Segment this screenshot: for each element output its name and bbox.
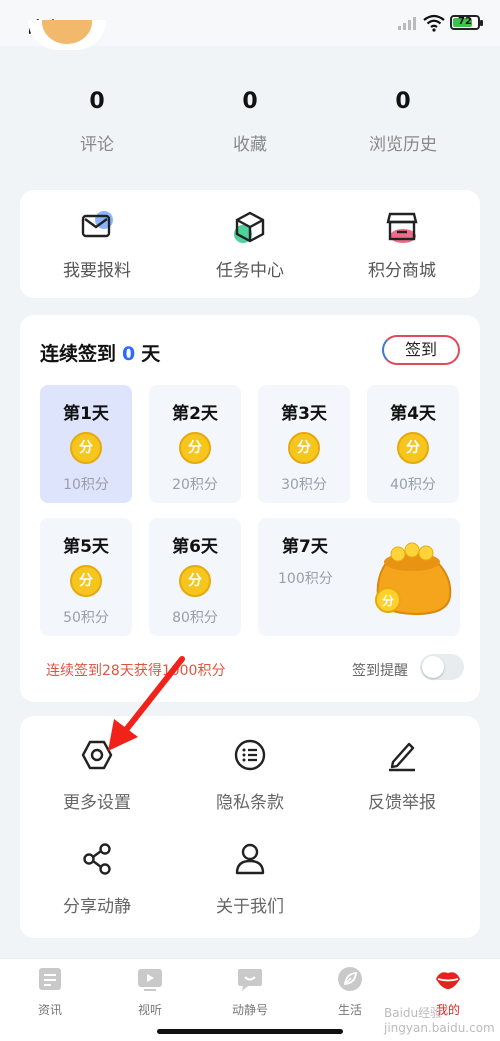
- lips-icon: [436, 972, 460, 989]
- tool-label: 更多设置: [63, 793, 131, 813]
- battery-level: 72: [458, 16, 472, 27]
- coin-icon: 分: [288, 432, 320, 464]
- coin-icon: 分: [179, 432, 211, 464]
- share-icon: [83, 843, 111, 875]
- stat-value: 0: [395, 89, 411, 114]
- leaf-icon: [338, 967, 362, 991]
- tool-label: 分享动静: [63, 897, 131, 917]
- day-points: 100积分: [278, 571, 333, 587]
- day-points: 10积分: [63, 477, 109, 493]
- tab-label: 生活: [337, 1003, 362, 1017]
- tool-about[interactable]: 关于我们: [175, 842, 325, 917]
- signin-title: 连续签到 0 天: [40, 339, 160, 366]
- stats-row: 0 评论 0 收藏 0 浏览历史: [0, 82, 500, 162]
- box-icon: [234, 211, 265, 243]
- tab-life[interactable]: 生活: [310, 965, 390, 1018]
- coin-icon: 分: [70, 432, 102, 464]
- quick-task-center[interactable]: 任务中心: [175, 210, 325, 281]
- signin-title-suffix: 天: [141, 343, 161, 365]
- tab-dongjing[interactable]: 动静号: [210, 965, 290, 1018]
- mail-icon: [81, 211, 113, 238]
- day-title: 第7天: [282, 537, 328, 557]
- signin-reminder-label: 签到提醒: [352, 663, 408, 679]
- day-title: 第4天: [390, 404, 436, 424]
- watermark: Baidu经验 jingyan.baidu.com: [384, 1006, 495, 1035]
- video-icon: [138, 969, 162, 991]
- day-points: 40积分: [390, 477, 436, 493]
- tool-privacy[interactable]: 隐私条款: [175, 738, 325, 813]
- day-title: 第3天: [281, 404, 327, 424]
- day-card-1[interactable]: 第1天 分 10积分: [40, 385, 132, 503]
- tool-feedback[interactable]: 反馈举报: [327, 738, 477, 813]
- tool-share[interactable]: 分享动静: [22, 842, 172, 917]
- signin-reminder-toggle[interactable]: [420, 654, 464, 680]
- tab-label: 资讯: [37, 1003, 62, 1017]
- signal-icon: [398, 17, 416, 30]
- stat-value: 0: [89, 89, 105, 114]
- coin-icon: 分: [70, 565, 102, 597]
- tool-label: 隐私条款: [216, 793, 284, 813]
- stat-label: 评论: [80, 135, 114, 155]
- day-points: 50积分: [63, 610, 109, 626]
- day-points: 20积分: [172, 477, 218, 493]
- day-title: 第5天: [63, 537, 109, 557]
- tool-label: 关于我们: [216, 897, 284, 917]
- coin-icon: 分: [179, 565, 211, 597]
- stat-history[interactable]: 0 浏览历史: [323, 82, 483, 155]
- tab-label: 视听: [137, 1003, 162, 1017]
- tool-label: 反馈举报: [368, 793, 436, 813]
- day-title: 第6天: [172, 537, 218, 557]
- svg-text:分: 分: [382, 593, 394, 608]
- user-icon: [235, 843, 265, 875]
- wifi-icon: [423, 14, 445, 32]
- tab-video[interactable]: 视听: [110, 965, 190, 1018]
- pen-icon: [389, 742, 415, 772]
- signin-card: 连续签到 0 天 签到 第1天 分 10积分 第2天 分 20积分 第3天 分 30…: [20, 315, 480, 702]
- quick-label: 任务中心: [216, 261, 284, 281]
- news-icon: [39, 968, 61, 990]
- day-title: 第2天: [172, 404, 218, 424]
- store-icon: [386, 212, 418, 243]
- battery-icon: 72: [450, 15, 483, 30]
- day-card-6[interactable]: 第6天 分 80积分: [149, 518, 241, 636]
- gold-bag-icon: 分: [375, 542, 452, 616]
- stat-value: 0: [242, 89, 258, 114]
- signin-title-prefix: 连续签到: [40, 343, 117, 365]
- quick-points-store[interactable]: 积分商城: [327, 210, 477, 281]
- stat-label: 收藏: [233, 135, 267, 155]
- coin-icon: 分: [397, 432, 429, 464]
- chat-icon: [238, 969, 262, 991]
- day-card-2[interactable]: 第2天 分 20积分: [149, 385, 241, 503]
- day-points: 30积分: [281, 477, 327, 493]
- quick-actions-card: 我要报料 任务中心 积分商城: [20, 190, 480, 298]
- annotation-arrow: [108, 656, 185, 751]
- signin-button[interactable]: 签到: [382, 335, 460, 365]
- day-card-3[interactable]: 第3天 分 30积分: [258, 385, 350, 503]
- signin-days: 0: [122, 343, 136, 365]
- list-circle-icon: [234, 739, 266, 771]
- stat-comments[interactable]: 0 评论: [17, 82, 177, 155]
- quick-label: 我要报料: [63, 261, 131, 281]
- day-title: 第1天: [63, 404, 109, 424]
- day-card-5[interactable]: 第5天 分 50积分: [40, 518, 132, 636]
- stat-favorites[interactable]: 0 收藏: [170, 82, 330, 155]
- tools-card: 更多设置 隐私条款 反馈举报 分享动静 关于我们: [20, 716, 480, 938]
- tab-label: 动静号: [231, 1003, 268, 1017]
- quick-report[interactable]: 我要报料: [22, 210, 172, 281]
- day-card-4[interactable]: 第4天 分 40积分: [367, 385, 459, 503]
- stat-label: 浏览历史: [369, 135, 437, 155]
- day-card-7[interactable]: 第7天 100积分 分: [258, 518, 460, 636]
- day-points: 80积分: [172, 610, 218, 626]
- quick-label: 积分商城: [368, 261, 436, 281]
- tab-news[interactable]: 资讯: [10, 965, 90, 1018]
- home-indicator[interactable]: [157, 1029, 343, 1034]
